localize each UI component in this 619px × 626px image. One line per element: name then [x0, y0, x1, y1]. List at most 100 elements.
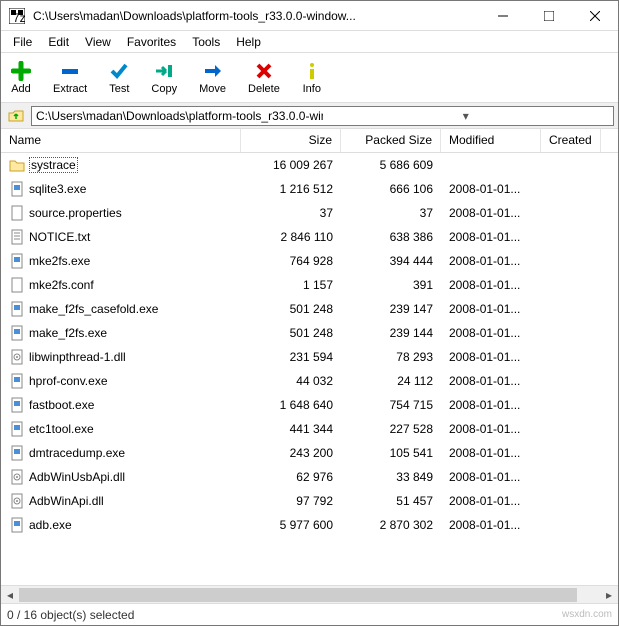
file-name-cell: make_f2fs_casefold.exe	[1, 299, 241, 319]
file-row[interactable]: make_f2fs_casefold.exe501 248239 1472008…	[1, 297, 618, 321]
col-modified[interactable]: Modified	[441, 129, 541, 152]
file-modified: 2008-01-01...	[441, 180, 541, 198]
file-packed-size: 638 386	[341, 228, 441, 246]
file-row[interactable]: adb.exe5 977 6002 870 3022008-01-01...	[1, 513, 618, 537]
file-row[interactable]: hprof-conv.exe44 03224 1122008-01-01...	[1, 369, 618, 393]
file-row[interactable]: AdbWinUsbApi.dll62 97633 8492008-01-01..…	[1, 465, 618, 489]
file-packed-size: 78 293	[341, 348, 441, 366]
file-row[interactable]: make_f2fs.exe501 248239 1442008-01-01...	[1, 321, 618, 345]
test-button[interactable]: Test	[105, 59, 133, 97]
col-created[interactable]: Created	[541, 129, 601, 152]
up-button[interactable]	[5, 106, 27, 126]
menu-favorites[interactable]: Favorites	[119, 33, 184, 51]
minimize-button[interactable]	[480, 1, 526, 31]
menu-edit[interactable]: Edit	[40, 33, 77, 51]
file-row[interactable]: libwinpthread-1.dll231 59478 2932008-01-…	[1, 345, 618, 369]
file-modified: 2008-01-01...	[441, 204, 541, 222]
check-icon	[109, 61, 129, 81]
file-name-cell: libwinpthread-1.dll	[1, 347, 241, 367]
col-name[interactable]: Name	[1, 129, 241, 152]
file-modified: 2008-01-01...	[441, 300, 541, 318]
horizontal-scrollbar[interactable]: ◂ ▸	[1, 585, 618, 603]
add-button[interactable]: Add	[7, 59, 35, 97]
scroll-track[interactable]	[19, 586, 600, 604]
file-name: mke2fs.exe	[29, 254, 90, 268]
file-row[interactable]: source.properties37372008-01-01...	[1, 201, 618, 225]
file-name-cell: fastboot.exe	[1, 395, 241, 415]
file-modified: 2008-01-01...	[441, 228, 541, 246]
file-row[interactable]: mke2fs.conf1 1573912008-01-01...	[1, 273, 618, 297]
menu-help[interactable]: Help	[228, 33, 269, 51]
file-row[interactable]: dmtracedump.exe243 200105 5412008-01-01.…	[1, 441, 618, 465]
file-size: 16 009 267	[241, 156, 341, 174]
menu-file[interactable]: File	[5, 33, 40, 51]
scroll-right-icon[interactable]: ▸	[600, 586, 618, 604]
file-row[interactable]: etc1tool.exe441 344227 5282008-01-01...	[1, 417, 618, 441]
path-input[interactable]: C:\Users\madan\Downloads\platform-tools_…	[31, 106, 614, 126]
chevron-down-icon[interactable]: ▾	[323, 109, 610, 123]
exe-icon	[9, 253, 25, 269]
col-packed-size[interactable]: Packed Size	[341, 129, 441, 152]
exe-icon	[9, 325, 25, 341]
file-packed-size: 51 457	[341, 492, 441, 510]
maximize-button[interactable]	[526, 1, 572, 31]
file-created	[541, 379, 601, 383]
file-size: 1 157	[241, 276, 341, 294]
file-packed-size: 666 106	[341, 180, 441, 198]
dll-icon	[9, 469, 25, 485]
file-size: 231 594	[241, 348, 341, 366]
x-icon	[254, 61, 274, 81]
file-modified: 2008-01-01...	[441, 420, 541, 438]
menu-tools[interactable]: Tools	[184, 33, 228, 51]
file-rows[interactable]: systrace16 009 2675 686 609sqlite3.exe1 …	[1, 153, 618, 585]
file-created	[541, 403, 601, 407]
col-size[interactable]: Size	[241, 129, 341, 152]
file-modified: 2008-01-01...	[441, 252, 541, 270]
copy-button[interactable]: Copy	[147, 59, 181, 97]
exe-icon	[9, 301, 25, 317]
svg-text:7z: 7z	[13, 11, 25, 24]
file-modified	[441, 163, 541, 167]
file-row[interactable]: mke2fs.exe764 928394 4442008-01-01...	[1, 249, 618, 273]
scroll-left-icon[interactable]: ◂	[1, 586, 19, 604]
menu-view[interactable]: View	[77, 33, 119, 51]
file-name: mke2fs.conf	[29, 278, 94, 292]
file-row[interactable]: fastboot.exe1 648 640754 7152008-01-01..…	[1, 393, 618, 417]
file-row[interactable]: systrace 16 009 2675 686 609	[1, 153, 618, 177]
scroll-thumb[interactable]	[19, 588, 577, 602]
file-size: 501 248	[241, 300, 341, 318]
file-packed-size: 754 715	[341, 396, 441, 414]
file-size: 243 200	[241, 444, 341, 462]
file-size: 37	[241, 204, 341, 222]
file-created	[541, 283, 601, 287]
file-packed-size: 5 686 609	[341, 156, 441, 174]
file-row[interactable]: sqlite3.exe1 216 512666 1062008-01-01...	[1, 177, 618, 201]
file-packed-size: 33 849	[341, 468, 441, 486]
file-size: 44 032	[241, 372, 341, 390]
file-name: systrace	[29, 157, 78, 173]
file-name: sqlite3.exe	[29, 182, 86, 196]
file-icon	[9, 277, 25, 293]
move-button[interactable]: Move	[195, 59, 230, 97]
file-icon	[9, 205, 25, 221]
file-packed-size: 37	[341, 204, 441, 222]
file-modified: 2008-01-01...	[441, 444, 541, 462]
copy-arrow-icon	[154, 61, 174, 81]
close-button[interactable]	[572, 1, 618, 31]
file-modified: 2008-01-01...	[441, 396, 541, 414]
file-name-cell: NOTICE.txt	[1, 227, 241, 247]
file-row[interactable]: NOTICE.txt2 846 110638 3862008-01-01...	[1, 225, 618, 249]
extract-button[interactable]: Extract	[49, 59, 91, 97]
file-name-cell: adb.exe	[1, 515, 241, 535]
file-size: 764 928	[241, 252, 341, 270]
file-name-cell: etc1tool.exe	[1, 419, 241, 439]
file-row[interactable]: AdbWinApi.dll97 79251 4572008-01-01...	[1, 489, 618, 513]
plus-icon	[11, 61, 31, 81]
file-packed-size: 391	[341, 276, 441, 294]
file-modified: 2008-01-01...	[441, 324, 541, 342]
column-headers: Name Size Packed Size Modified Created	[1, 129, 618, 153]
info-button[interactable]: Info	[298, 59, 326, 97]
delete-button[interactable]: Delete	[244, 59, 284, 97]
status-text: 0 / 16 object(s) selected	[7, 608, 134, 622]
minus-icon	[60, 61, 80, 81]
